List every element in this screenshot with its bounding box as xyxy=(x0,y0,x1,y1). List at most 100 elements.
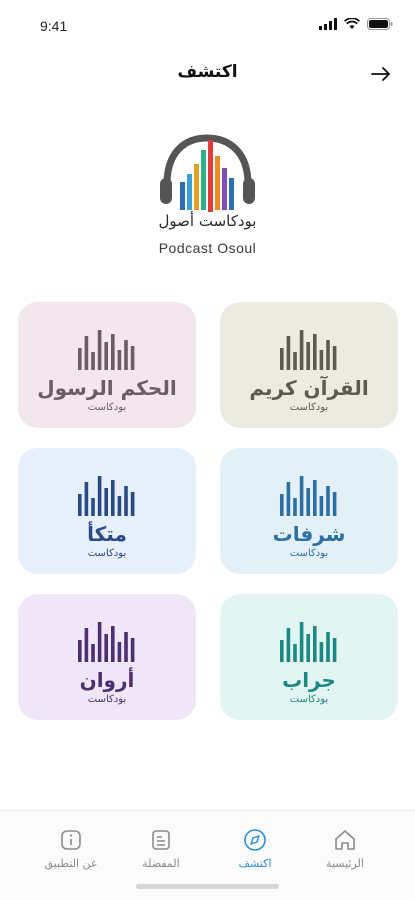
header: اكتشف xyxy=(0,54,415,94)
podcast-card[interactable]: الحكم الرسول بودكاست xyxy=(18,302,196,428)
podcast-title: جراب xyxy=(282,667,336,692)
art-bar xyxy=(97,621,102,662)
list-icon xyxy=(152,830,170,850)
tab-label: اكتشف xyxy=(238,857,272,870)
art-bar xyxy=(313,625,317,662)
art-bar xyxy=(97,329,102,370)
art-bar xyxy=(78,347,82,370)
compass-icon xyxy=(244,829,266,851)
art-bar xyxy=(326,485,330,516)
podcast-card[interactable]: متكأ بودكاست xyxy=(18,448,196,574)
podcast-subtitle: بودكاست xyxy=(289,693,329,705)
art-bar xyxy=(306,487,310,516)
podcast-title: شرفات xyxy=(272,521,346,546)
podcast-art-icon xyxy=(280,621,337,662)
podcast-card[interactable]: شرفات بودكاست xyxy=(220,448,398,574)
art-bar xyxy=(130,637,135,662)
art-bar xyxy=(104,341,108,370)
art-bar xyxy=(286,481,291,516)
art-bar xyxy=(104,487,108,516)
cellular-icon xyxy=(319,18,337,30)
podcast-art-icon xyxy=(280,475,337,516)
art-bar xyxy=(84,481,89,516)
logo-english-text: Podcast Osoul xyxy=(158,240,257,256)
podcast-subtitle: بودكاست xyxy=(289,401,329,413)
art-bar xyxy=(280,493,284,516)
art-bar xyxy=(130,345,135,370)
art-bar xyxy=(78,493,82,516)
back-button[interactable] xyxy=(369,62,393,86)
art-bar xyxy=(326,339,330,370)
art-bar xyxy=(124,485,128,516)
art-bar xyxy=(293,643,297,662)
status-icons xyxy=(319,18,393,30)
podcast-art-icon xyxy=(78,329,135,370)
art-bar xyxy=(117,641,122,662)
art-bar xyxy=(91,643,95,662)
logo-arabic-text: بودكاست أصول xyxy=(158,212,257,230)
art-bar xyxy=(111,625,115,662)
art-bar xyxy=(286,627,291,662)
status-bar: 9:41 xyxy=(0,0,415,54)
tab-about[interactable]: عن التطبيق xyxy=(26,827,116,870)
art-bar xyxy=(332,637,337,662)
tab-label: عن التطبيق xyxy=(44,857,98,870)
tab-favorites[interactable]: المفضلة xyxy=(116,827,206,870)
art-bar xyxy=(91,351,95,370)
podcast-title: القرآن كريم xyxy=(249,375,369,400)
art-bar xyxy=(280,639,284,662)
art-bar xyxy=(319,495,324,516)
art-bar xyxy=(299,621,304,662)
art-bar xyxy=(319,349,324,370)
art-bar xyxy=(293,497,297,516)
podcast-subtitle: بودكاست xyxy=(87,693,127,705)
page-title: اكتشف xyxy=(177,62,238,82)
art-bar xyxy=(286,335,291,370)
podcast-art-icon xyxy=(78,475,135,516)
tab-discover[interactable]: اكتشف xyxy=(210,827,300,870)
art-bar xyxy=(84,335,89,370)
tab-label: المفضلة xyxy=(142,857,180,870)
art-bar xyxy=(117,349,122,370)
podcast-subtitle: بودكاست xyxy=(87,547,127,559)
art-bar xyxy=(124,631,128,662)
podcast-title: الحكم الرسول xyxy=(37,375,177,400)
status-time: 9:41 xyxy=(40,18,68,34)
battery-icon xyxy=(367,18,393,30)
art-bar xyxy=(299,475,304,516)
tab-label: الرئيسية xyxy=(326,857,364,870)
art-bar xyxy=(111,479,115,516)
art-bar xyxy=(326,631,330,662)
art-bar xyxy=(124,339,128,370)
tab-home[interactable]: الرئيسية xyxy=(300,827,390,870)
art-bar xyxy=(306,341,310,370)
podcast-art-icon xyxy=(78,621,135,662)
podcast-card[interactable]: القرآن كريم بودكاست xyxy=(220,302,398,428)
art-bar xyxy=(111,333,115,370)
art-bar xyxy=(280,347,284,370)
art-bar xyxy=(293,351,297,370)
home-indicator xyxy=(136,884,279,889)
arrow-right-icon xyxy=(371,67,390,81)
art-bar xyxy=(84,627,89,662)
podcast-card[interactable]: جراب بودكاست xyxy=(220,594,398,720)
home-icon xyxy=(335,830,355,850)
wifi-icon xyxy=(344,18,360,29)
art-bar xyxy=(104,633,108,662)
headphones-icon xyxy=(160,134,255,212)
podcast-card[interactable]: أروان بودكاست xyxy=(18,594,196,720)
art-bar xyxy=(332,345,337,370)
podcast-subtitle: بودكاست xyxy=(87,401,127,413)
art-bar xyxy=(319,641,324,662)
info-icon xyxy=(61,830,81,850)
art-bar xyxy=(299,329,304,370)
art-bar xyxy=(97,475,102,516)
art-bar xyxy=(78,639,82,662)
art-bar xyxy=(332,491,337,516)
art-bar xyxy=(91,497,95,516)
podcast-logo: بودكاست أصول Podcast Osoul xyxy=(140,130,275,265)
art-bar xyxy=(313,333,317,370)
art-bar xyxy=(313,479,317,516)
podcast-title: أروان xyxy=(79,667,135,692)
podcast-title: متكأ xyxy=(87,521,127,546)
